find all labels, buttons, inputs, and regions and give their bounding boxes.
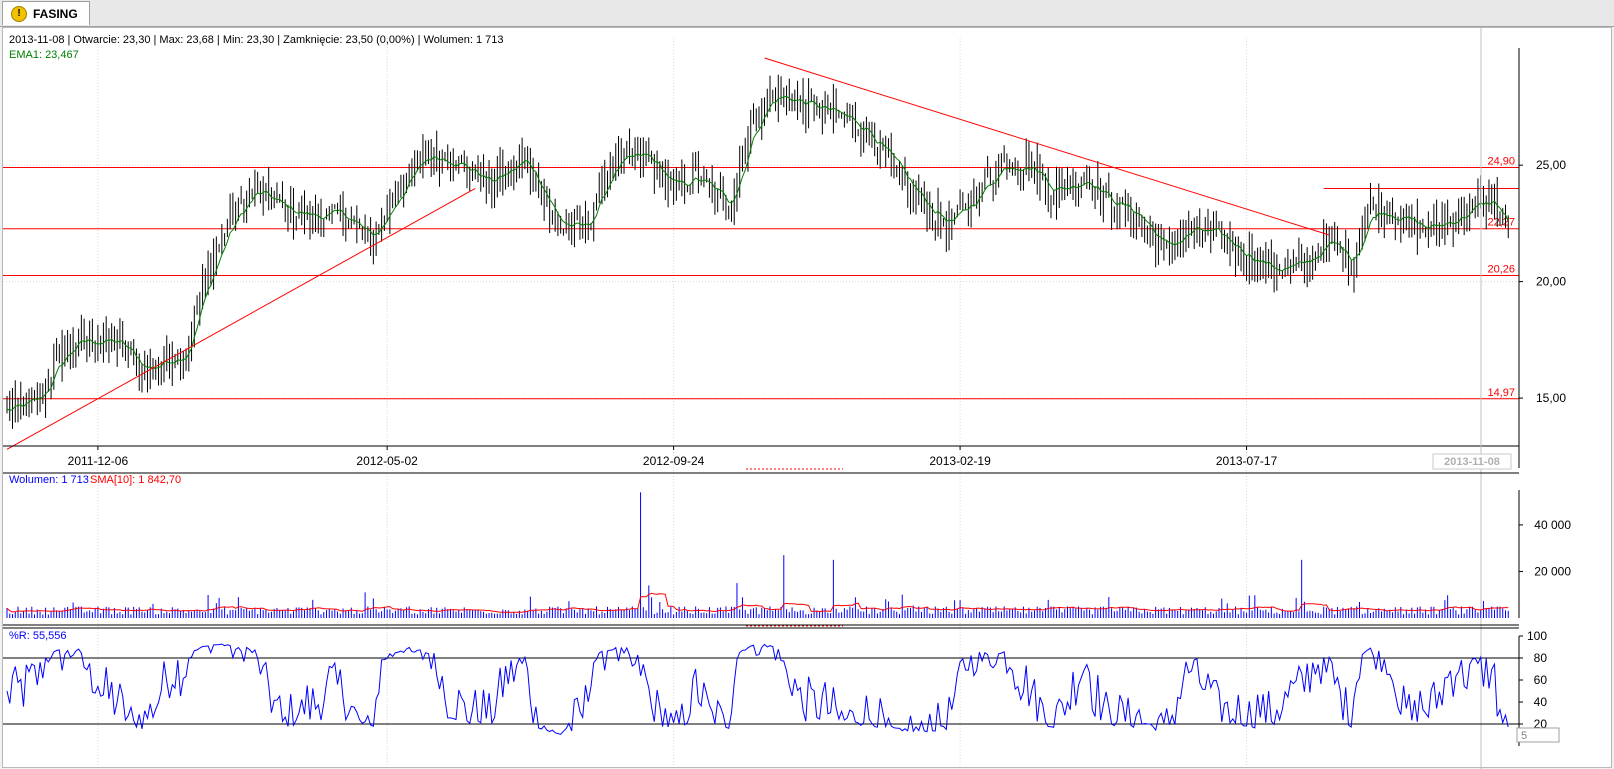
horizontal-levels[interactable]: 24,90 22,27 20,26 14,97 [3, 155, 1519, 400]
stock-chart[interactable]: 24,90 22,27 20,26 14,97 15,00 20,00 25,00 201… [3, 28, 1613, 769]
level-label: 20,26 [1487, 264, 1515, 276]
volume-tick-label: 20 000 [1534, 564, 1571, 578]
warning-icon: ! [11, 5, 27, 22]
level-label: 14,97 [1487, 387, 1515, 399]
wr-info: %R: 55,556 [9, 630, 66, 642]
sma-info: SMA[10]: 1 842,70 [90, 474, 181, 486]
tab-bar: ! FASING [0, 0, 1614, 27]
wr-tick-label: 80 [1534, 651, 1548, 665]
wr-tick-label: 40 [1534, 695, 1548, 709]
price-tick-label: 25,00 [1536, 158, 1566, 172]
tab-label: FASING [33, 6, 78, 21]
date-tick-label: 2013-07-17 [1216, 454, 1278, 468]
price-tick-label: 20,00 [1536, 275, 1566, 289]
date-tick-label: 2012-05-02 [356, 454, 418, 468]
level-label: 24,90 [1487, 155, 1515, 167]
date-tick-label: 2012-09-24 [643, 454, 705, 468]
sma-line [6, 592, 1509, 613]
ema-info: EMA1: 23,467 [9, 49, 79, 61]
trendline [6, 188, 476, 450]
price-axis: 15,00 20,00 25,00 [1518, 48, 1566, 468]
volume-info: Wolumen: 1 713 [9, 474, 89, 486]
level-label: 22,27 [1487, 217, 1515, 229]
trendlines[interactable] [6, 57, 1330, 450]
trendline [764, 57, 1330, 236]
grid-lines [3, 38, 1519, 766]
current-date-label: 2013-11-08 [1444, 456, 1500, 468]
price-tick-label: 15,00 [1536, 391, 1566, 405]
volume-bars [6, 492, 1509, 618]
volume-tick-label: 40 000 [1534, 518, 1571, 532]
volume-axis: 20 000 40 000 [1518, 490, 1571, 618]
price-bars [6, 74, 1509, 429]
price-info: 2013-11-08 | Otwarcie: 23,30 | Max: 23,6… [9, 34, 503, 46]
wr-tick-label: 100 [1527, 629, 1547, 643]
tab-fasing[interactable]: ! FASING [2, 1, 90, 25]
wr-levels [3, 657, 1519, 725]
date-tick-label: 2013-02-19 [929, 454, 991, 468]
ema-line [6, 95, 1509, 412]
chart-area[interactable]: 24,90 22,27 20,26 14,97 15,00 20,00 25,00 201… [2, 27, 1613, 769]
date-axis: 2011-12-06 2012-05-02 2012-09-24 2013-02-19… [3, 445, 1519, 468]
date-tick-label: 2011-12-06 [68, 454, 129, 468]
wr-tick-label: 60 [1534, 673, 1548, 687]
scroll-value: 5 [1521, 730, 1527, 742]
